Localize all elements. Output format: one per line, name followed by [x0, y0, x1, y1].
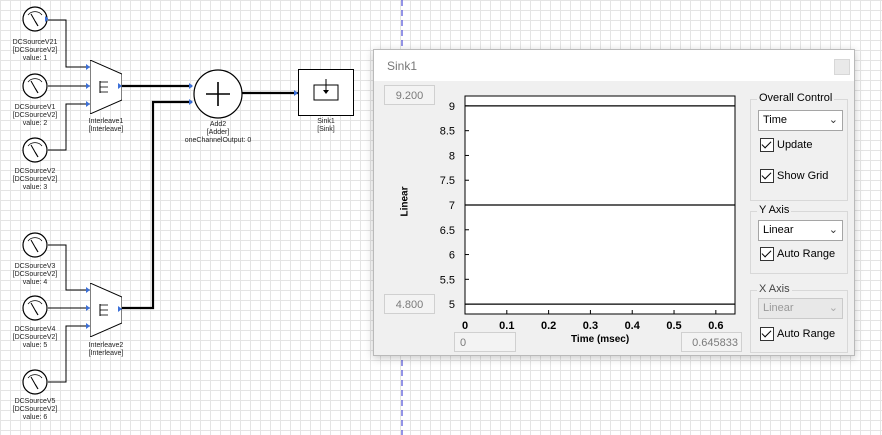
multiplexer-icon	[89, 59, 123, 115]
plus-icon	[193, 69, 243, 119]
dc-source-label: DCSourceV2 [DCSourceV2] value: 3	[12, 168, 58, 191]
y-tick-label: 5	[449, 299, 455, 311]
y-scale-dropdown[interactable]: Linear ⌄	[758, 220, 843, 241]
meter-icon	[22, 232, 48, 258]
meter-icon	[22, 295, 48, 321]
sink-label: Sink1 [Sink]	[317, 118, 335, 133]
meter-icon	[22, 137, 48, 163]
y-axis-group-title: Y Axis	[757, 204, 792, 216]
x-scale-dropdown[interactable]: Linear ⌄	[758, 298, 843, 319]
chevron-down-icon: ⌄	[828, 302, 838, 314]
plot-area[interactable]: 5 5.5 6 6.5 7 7.5 8 8.5 9 0 0.1 0.2 0.3 0.4 0.5 0.6	[374, 50, 744, 350]
dc-source-block[interactable]	[22, 73, 48, 99]
y-tick-label: 6.5	[440, 225, 455, 237]
sink-icon	[313, 79, 339, 101]
y-tick-label: 8	[449, 150, 455, 162]
y-tick-label: 9	[449, 101, 455, 113]
x-tick-label: 0.2	[541, 320, 556, 332]
x-auto-range-checkbox[interactable]: Auto Range	[760, 327, 840, 341]
dc-source-block[interactable]	[22, 295, 48, 321]
dc-source-label: DCSourceV21 [DCSourceV2] value: 1	[12, 39, 58, 62]
dc-source-block[interactable]	[22, 369, 48, 395]
x-tick-label: 0.5	[666, 320, 681, 332]
meter-icon	[22, 73, 48, 99]
overall-control-title: Overall Control	[757, 92, 835, 104]
y-tick-label: 7.5	[440, 175, 455, 187]
y-tick-label: 8.5	[440, 126, 455, 138]
x-tick-label: 0.6	[708, 320, 723, 332]
sink-window[interactable]: Sink1 9.200 4.800 0 0.645833 Linear Time…	[373, 49, 855, 356]
checkbox-checked-icon	[760, 138, 774, 152]
chevron-down-icon: ⌄	[828, 114, 838, 126]
chevron-down-icon: ⌄	[828, 224, 838, 236]
y-tick-label: 6	[449, 250, 455, 262]
show-grid-checkbox[interactable]: Show Grid	[760, 169, 840, 183]
x-tick-label: 0.3	[583, 320, 598, 332]
adder-block[interactable]	[193, 69, 243, 119]
checkbox-checked-icon	[760, 327, 774, 341]
dc-source-block[interactable]	[22, 6, 49, 32]
checkbox-checked-icon	[760, 169, 774, 183]
interleave-block[interactable]	[89, 282, 123, 338]
multiplexer-icon	[89, 282, 123, 338]
x-axis-group-title: X Axis	[757, 283, 792, 295]
meter-icon	[22, 369, 48, 395]
interleave-label: Interleave2 [Interleave]	[88, 342, 124, 357]
dc-source-label: DCSourceV4 [DCSourceV2] value: 5	[12, 326, 58, 349]
sink-block[interactable]	[298, 69, 354, 116]
y-auto-range-checkbox[interactable]: Auto Range	[760, 247, 840, 261]
close-button[interactable]	[834, 59, 850, 75]
y-tick-label: 5.5	[440, 274, 455, 286]
x-tick-label: 0.1	[499, 320, 514, 332]
checkbox-checked-icon	[760, 247, 774, 261]
adder-label: Add2 [Adder] oneChannelOutput: 0	[184, 121, 252, 144]
interleave-label: Interleave1 [Interleave]	[88, 118, 124, 133]
x-tick-label: 0.4	[625, 320, 641, 332]
dc-source-label: DCSourceV5 [DCSourceV2] value: 6	[12, 398, 58, 421]
x-tick-label: 0	[462, 320, 468, 332]
y-tick-label: 7	[449, 200, 455, 212]
mode-dropdown[interactable]: Time ⌄	[758, 110, 843, 131]
interleave-block[interactable]	[89, 59, 123, 115]
update-checkbox[interactable]: Update	[760, 138, 830, 152]
dc-source-label: DCSourceV1 [DCSourceV2] value: 2	[12, 104, 58, 127]
meter-icon	[22, 6, 49, 32]
dc-source-block[interactable]	[22, 232, 48, 258]
dc-source-block[interactable]	[22, 137, 48, 163]
dc-source-label: DCSourceV3 [DCSourceV2] value: 4	[12, 263, 58, 286]
